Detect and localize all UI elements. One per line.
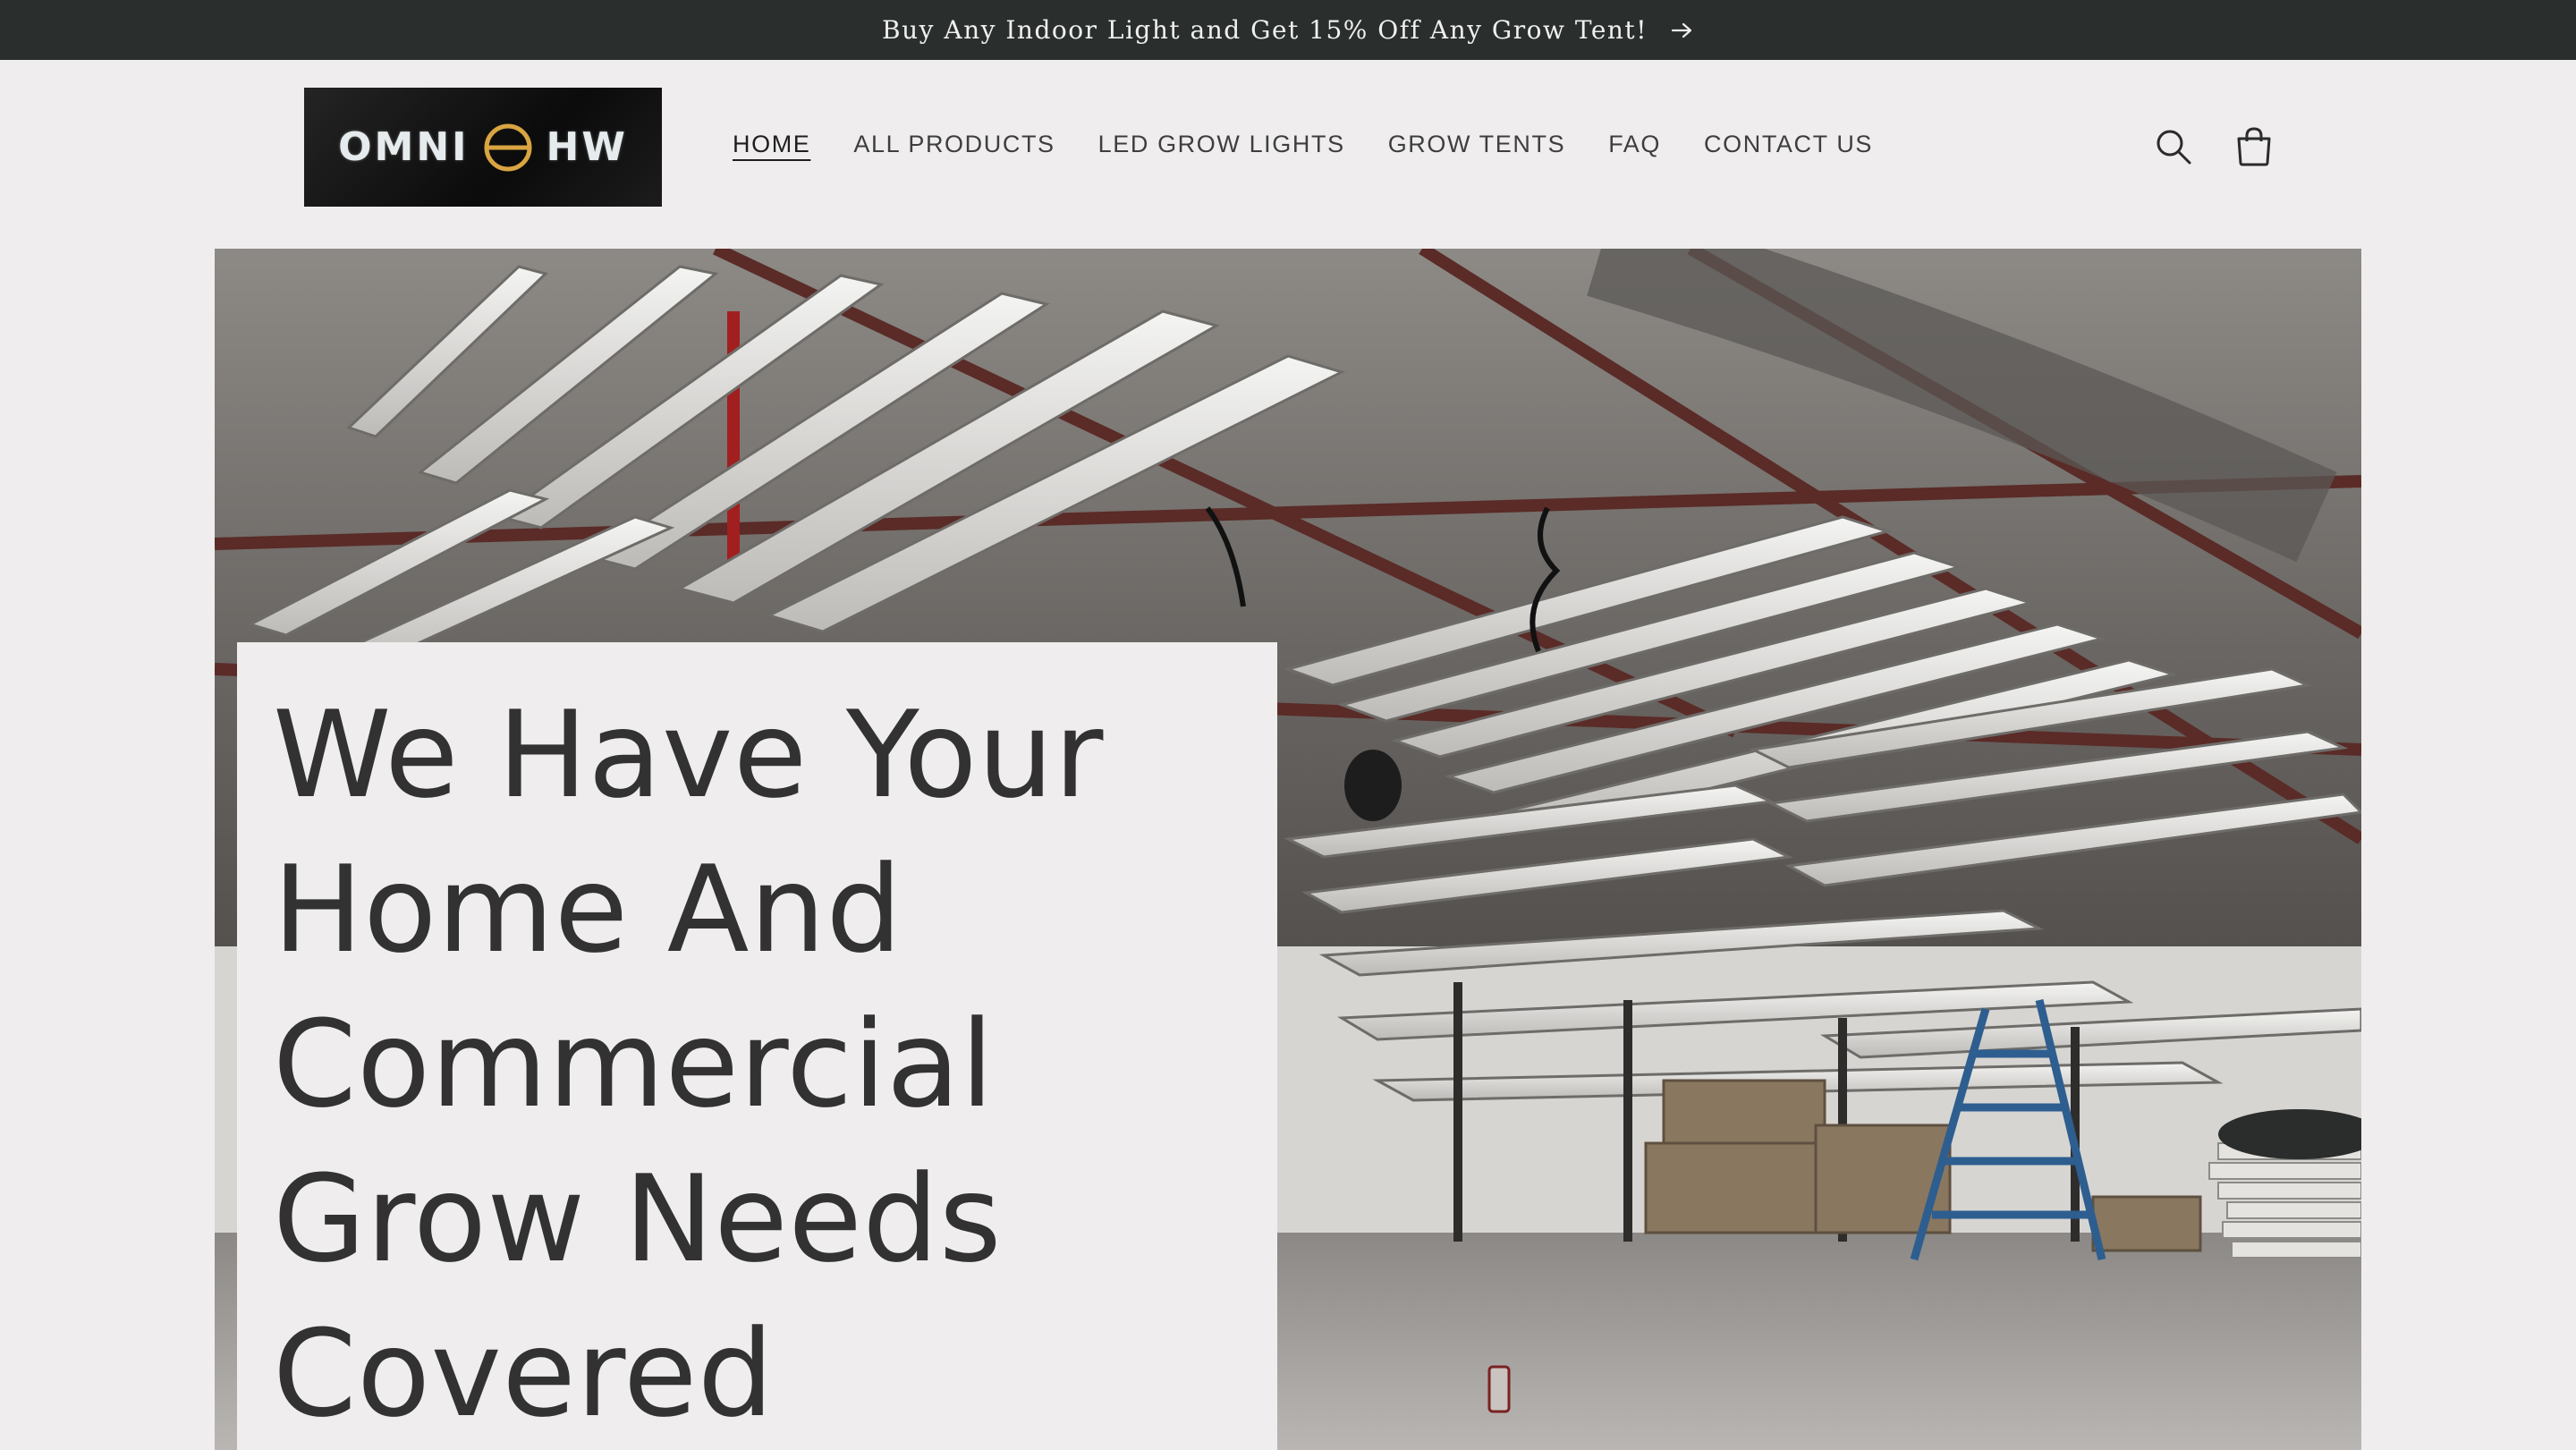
hero-text-panel: We Have Your Home And Commercial Grow Ne… [237, 642, 1277, 1450]
hero-title: We Have Your Home And Commercial Grow Ne… [273, 678, 1277, 1450]
arrow-right-icon [1671, 22, 1692, 38]
logo-text-right: HW [546, 124, 628, 170]
announcement-bar[interactable]: Buy Any Indoor Light and Get 15% Off Any… [0, 0, 2576, 60]
nav-grow-tents[interactable]: GROW TENTS [1388, 131, 1566, 158]
logo-text-left: OMNI [338, 124, 470, 170]
search-button[interactable] [2150, 123, 2197, 170]
hero-title-line: We Have Your [273, 685, 1104, 825]
nav-contact-us[interactable]: CONTACT US [1704, 131, 1873, 158]
nav-faq[interactable]: FAQ [1608, 131, 1661, 158]
nav-all-products[interactable]: ALL PRODUCTS [853, 131, 1055, 158]
hero-title-line: Covered [273, 1304, 775, 1444]
nav-home[interactable]: HOME [733, 131, 810, 158]
nav-led-grow-lights[interactable]: LED GROW LIGHTS [1098, 131, 1345, 158]
hero-banner: We Have Your Home And Commercial Grow Ne… [215, 249, 2361, 1450]
hero-title-line: Grow Needs [273, 1149, 1003, 1289]
main-nav: HOME ALL PRODUCTS LED GROW LIGHTS GROW T… [733, 131, 1916, 158]
hero-title-line: Home And [273, 840, 902, 979]
search-icon [2157, 130, 2191, 165]
announcement-text[interactable]: Buy Any Indoor Light and Get 15% Off Any… [882, 15, 1648, 45]
logo-ring-icon [484, 123, 532, 171]
cart-button[interactable] [2231, 123, 2277, 170]
site-logo[interactable]: OMNI HW [304, 88, 662, 207]
hero-title-line: Commercial [273, 995, 995, 1134]
cart-icon [2237, 127, 2271, 166]
